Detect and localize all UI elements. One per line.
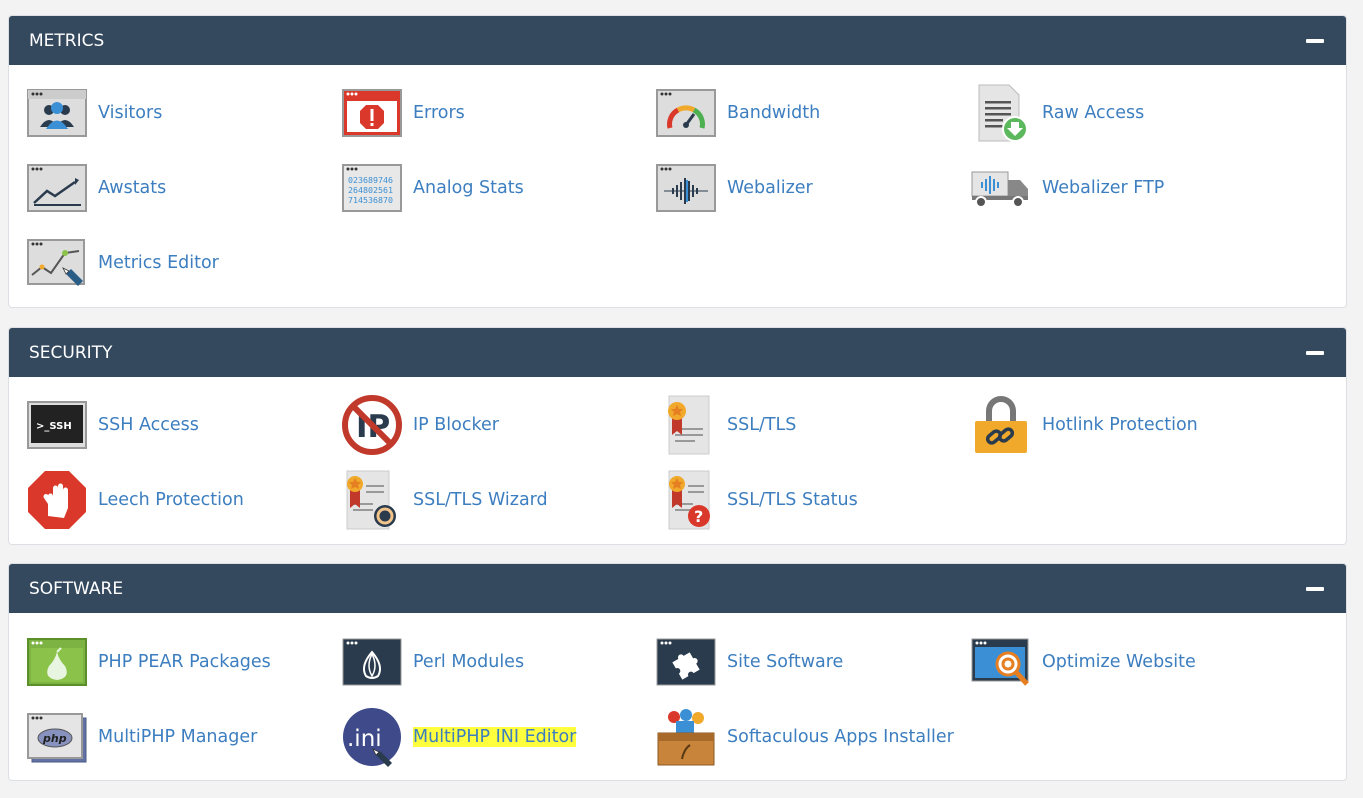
item-label: Softaculous Apps Installer — [727, 727, 954, 747]
item-label: Errors — [413, 103, 465, 123]
item-perl-modules[interactable]: Perl Modules — [342, 631, 524, 693]
panel-title: SOFTWARE — [29, 579, 124, 599]
onion-icon — [342, 632, 402, 692]
webalizer-icon — [656, 158, 716, 218]
item-metrics-editor[interactable]: Metrics Editor — [27, 232, 219, 294]
software-panel: SOFTWARE PHP PEAR Packages Perl Modules — [8, 563, 1347, 781]
item-label: Webalizer FTP — [1042, 178, 1165, 198]
php-text: php — [42, 732, 67, 745]
item-label: SSL/TLS — [727, 415, 797, 435]
ini-text: .ini — [347, 726, 382, 752]
item-label: Awstats — [98, 178, 167, 198]
item-visitors[interactable]: Visitors — [27, 82, 162, 144]
metrics-panel: METRICS Visitors Errors Bandwidth Raw Ac… — [8, 15, 1347, 308]
item-label: SSL/TLS Wizard — [413, 490, 548, 510]
collapse-button[interactable] — [1306, 587, 1324, 591]
status-question-text: ? — [694, 507, 703, 526]
item-awstats[interactable]: Awstats — [27, 157, 166, 219]
item-leech-protection[interactable]: Leech Protection — [27, 469, 244, 531]
item-label: SSL/TLS Status — [727, 490, 858, 510]
item-ssl-tls-wizard[interactable]: SSL/TLS Wizard — [342, 469, 548, 531]
item-label: Raw Access — [1042, 103, 1145, 123]
item-optimize-website[interactable]: Optimize Website — [971, 631, 1196, 693]
collapse-button[interactable] — [1306, 39, 1324, 43]
software-panel-header[interactable]: SOFTWARE — [9, 564, 1346, 613]
item-label: Leech Protection — [98, 490, 244, 510]
metrics-panel-header[interactable]: METRICS — [9, 16, 1346, 65]
item-ssl-tls-status[interactable]: ? SSL/TLS Status — [656, 469, 858, 531]
item-php-pear-packages[interactable]: PHP PEAR Packages — [27, 631, 271, 693]
panel-title: METRICS — [29, 31, 105, 51]
raw-access-icon — [971, 83, 1031, 143]
magnifier-gear-icon — [971, 632, 1031, 692]
item-ssh-access[interactable]: >_SSH SSH Access — [27, 394, 199, 456]
item-errors[interactable]: Errors — [342, 82, 465, 144]
ssh-icon: >_SSH — [27, 395, 87, 455]
item-label: Site Software — [727, 652, 844, 672]
stop-hand-icon — [27, 470, 87, 530]
item-label: Optimize Website — [1042, 652, 1196, 672]
webalizer-ftp-icon — [971, 158, 1031, 218]
item-label: Metrics Editor — [98, 253, 219, 273]
awstats-icon — [27, 158, 87, 218]
item-webalizer[interactable]: Webalizer — [656, 157, 813, 219]
certificate-icon — [656, 395, 716, 455]
ini-icon: .ini — [342, 707, 402, 767]
item-multiphp-manager[interactable]: php MultiPHP Manager — [27, 706, 257, 768]
security-panel-header[interactable]: SECURITY — [9, 328, 1346, 377]
item-site-software[interactable]: Site Software — [656, 631, 843, 693]
item-raw-access[interactable]: Raw Access — [971, 82, 1144, 144]
errors-icon — [342, 83, 402, 143]
item-bandwidth[interactable]: Bandwidth — [656, 82, 820, 144]
item-label: IP Blocker — [413, 415, 499, 435]
bandwidth-icon — [656, 83, 716, 143]
certificate-wizard-icon — [342, 470, 402, 530]
analog-stats-icon: 023689746 264802561 714536870 — [342, 158, 402, 218]
php-icon: php — [27, 707, 87, 767]
item-softaculous[interactable]: Softaculous Apps Installer — [656, 706, 954, 768]
item-hotlink-protection[interactable]: Hotlink Protection — [971, 394, 1198, 456]
collapse-button[interactable] — [1306, 351, 1324, 355]
item-label: Visitors — [98, 103, 163, 123]
item-analog-stats[interactable]: 023689746 264802561 714536870 Analog Sta… — [342, 157, 524, 219]
item-label: Bandwidth — [727, 103, 821, 123]
item-ssl-tls[interactable]: SSL/TLS — [656, 394, 796, 456]
item-label: MultiPHP Manager — [98, 727, 258, 747]
item-multiphp-ini-editor[interactable]: .ini MultiPHP INI Editor — [342, 706, 577, 768]
item-label: PHP PEAR Packages — [98, 652, 271, 672]
pear-icon — [27, 632, 87, 692]
certificate-status-icon: ? — [656, 470, 716, 530]
item-webalizer-ftp[interactable]: Webalizer FTP — [971, 157, 1164, 219]
analog-line-2: 264802561 — [348, 185, 393, 195]
visitors-icon — [27, 83, 87, 143]
item-ip-blocker[interactable]: IP IP Blocker — [342, 394, 499, 456]
ssh-text: >_SSH — [36, 421, 72, 432]
ip-blocker-icon: IP — [342, 395, 402, 455]
puzzle-icon — [656, 632, 716, 692]
padlock-chain-icon — [971, 395, 1031, 455]
item-label: Webalizer — [727, 178, 813, 198]
panel-title: SECURITY — [29, 343, 113, 363]
security-panel: SECURITY >_SSH SSH Access IP IP Blocker — [8, 327, 1347, 545]
item-label: Hotlink Protection — [1042, 415, 1198, 435]
analog-line-3: 714536870 — [348, 195, 393, 205]
softaculous-icon — [656, 707, 716, 767]
analog-line-1: 023689746 — [348, 175, 393, 185]
item-label: SSH Access — [98, 415, 199, 435]
item-label: Perl Modules — [413, 652, 525, 672]
metrics-editor-icon — [27, 233, 87, 293]
item-label-highlighted: MultiPHP INI Editor — [413, 727, 577, 747]
item-label: Analog Stats — [413, 178, 524, 198]
